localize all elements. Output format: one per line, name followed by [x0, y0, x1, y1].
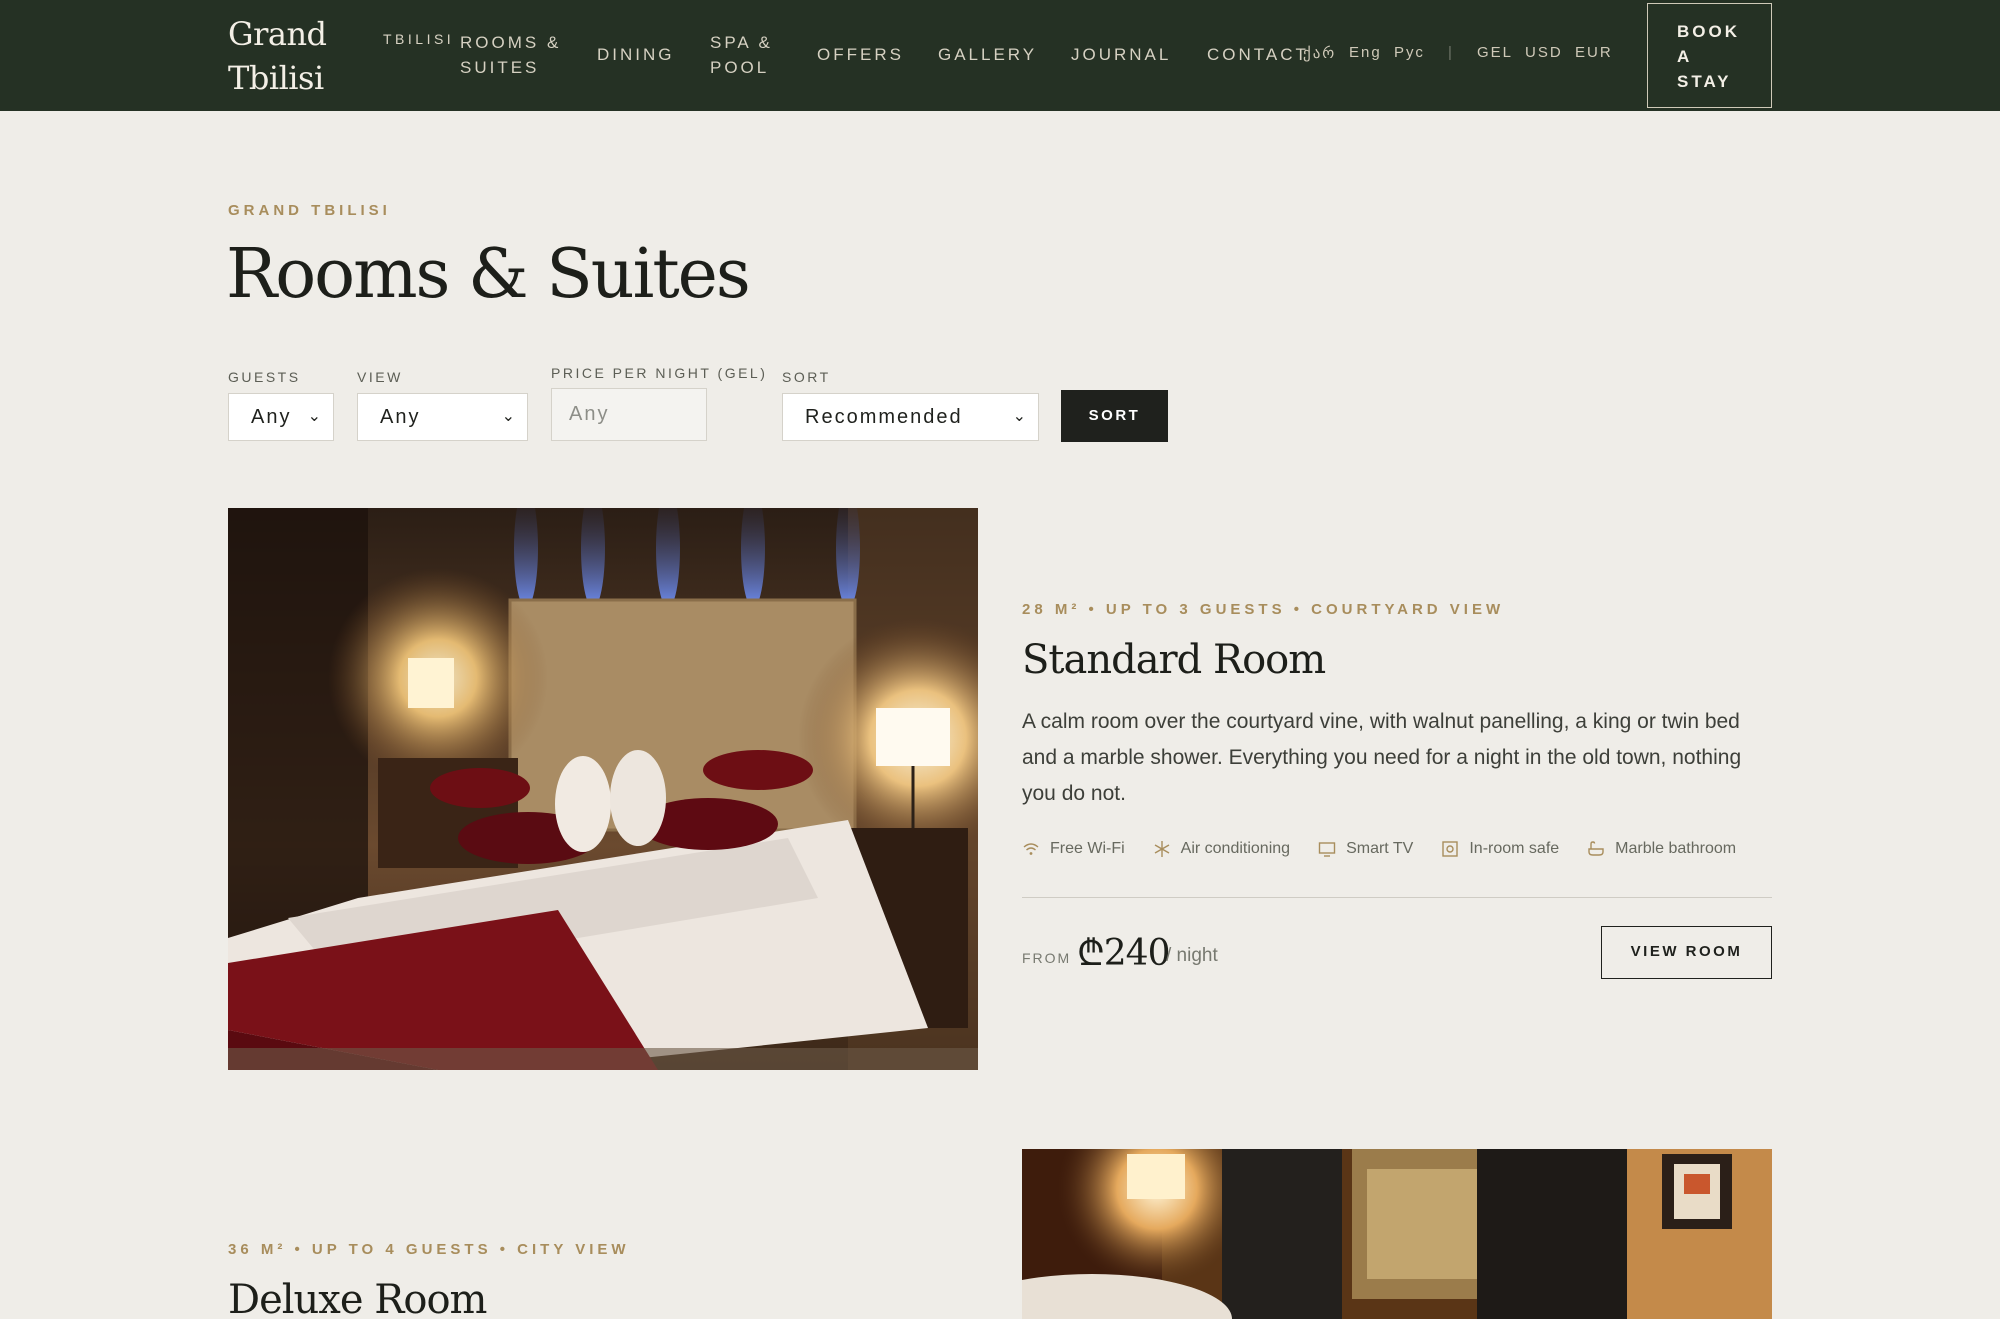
amenity-item: Free Wi-Fi	[1022, 840, 1125, 858]
view-select-value: Any	[380, 406, 421, 428]
nav-gallery[interactable]: GALLERY	[938, 42, 1037, 67]
bedroom-illustration	[228, 508, 978, 1070]
nav-spa-pool[interactable]: SPA & POOL	[710, 30, 773, 80]
sort-select[interactable]: Recommended ⌄	[782, 393, 1039, 441]
currency-usd[interactable]: USD	[1525, 44, 1563, 61]
page-eyebrow: GRAND TBILISI	[228, 202, 391, 219]
amenity-item: In-room safe	[1441, 840, 1559, 858]
nav-rooms-line-1: ROOMS &	[460, 33, 562, 52]
room-title[interactable]: Standard Room	[1022, 637, 1326, 683]
amenity-item: Marble bathroom	[1587, 840, 1736, 858]
book-line-3: STAY	[1677, 72, 1732, 91]
tv-icon	[1318, 842, 1336, 857]
guests-select[interactable]: Any ⌄	[228, 393, 334, 441]
page-title: Rooms & Suites	[226, 235, 751, 314]
guests-select-value: Any	[251, 406, 292, 428]
price-prefix: FROM	[1022, 950, 1072, 966]
room-description: A calm room over the courtyard vine, wit…	[1022, 710, 1742, 805]
bath-icon	[1588, 841, 1604, 856]
nav-spa-line-1: SPA &	[710, 33, 773, 52]
price-filter-label: PRICE PER NIGHT (GEL)	[551, 365, 768, 381]
price-suffix: / night	[1166, 945, 1218, 966]
card-divider	[1022, 897, 1772, 898]
nav-dining[interactable]: DINING	[597, 42, 675, 67]
lang-english[interactable]: Eng	[1349, 44, 1382, 61]
room-meta: 36 M² • UP TO 4 GUESTS • CITY VIEW	[228, 1241, 630, 1258]
wifi-icon	[1023, 843, 1039, 855]
nav-journal[interactable]: JOURNAL	[1071, 42, 1171, 67]
price-per-night-input[interactable]: Any	[551, 388, 707, 441]
book-line-2: A	[1677, 47, 1693, 66]
logo-line-2: Tbilisi	[228, 59, 324, 97]
logo-subtitle: TBILISI	[383, 31, 455, 47]
room-title[interactable]: Deluxe Room	[228, 1277, 487, 1319]
sort-select-value: Recommended	[805, 406, 963, 428]
deluxe-room-photo[interactable]	[1022, 1149, 1772, 1319]
site-logo[interactable]: Grand Tbilisi	[228, 12, 327, 100]
sort-submit-button[interactable]: SORT	[1061, 390, 1168, 442]
amenity-list: Free Wi-Fi Air conditioning Smart TV In-…	[1022, 840, 1736, 858]
sort-filter-label: SORT	[782, 369, 831, 385]
room-meta: 28 M² • UP TO 3 GUESTS • COURTYARD VIEW	[1022, 601, 1505, 618]
nav-rooms-line-2: SUITES	[460, 58, 540, 77]
amenity-item: Smart TV	[1318, 840, 1413, 858]
nav-divider: |	[1448, 44, 1452, 61]
lang-georgian[interactable]: ქარ	[1303, 44, 1336, 62]
amenity-label: Smart TV	[1346, 840, 1414, 857]
guests-filter-label: GUESTS	[228, 369, 301, 385]
book-a-stay-button[interactable]: BOOK A STAY	[1647, 3, 1772, 108]
nav-offers[interactable]: OFFERS	[817, 42, 904, 67]
view-filter-label: VIEW	[357, 369, 403, 385]
amenity-label: Marble bathroom	[1615, 840, 1737, 857]
chevron-down-icon: ⌄	[1012, 408, 1028, 425]
logo-line-1: Grand	[228, 15, 327, 53]
nav-spa-line-2: POOL	[710, 58, 770, 77]
view-room-button[interactable]: VIEW ROOM	[1601, 926, 1772, 979]
amenity-label: Air conditioning	[1180, 840, 1291, 857]
safe-icon	[1442, 841, 1459, 857]
chevron-down-icon: ⌄	[307, 408, 323, 425]
nav-rooms-suites[interactable]: ROOMS & SUITES	[460, 30, 561, 80]
book-line-1: BOOK	[1677, 22, 1740, 41]
currency-eur[interactable]: EUR	[1575, 44, 1613, 61]
nav-contact[interactable]: CONTACT	[1207, 42, 1309, 67]
amenity-label: Free Wi-Fi	[1050, 840, 1125, 857]
chevron-down-icon: ⌄	[501, 408, 517, 425]
deluxe-bedroom-illustration	[1022, 1149, 1772, 1319]
amenity-item: Air conditioning	[1153, 840, 1290, 858]
room-price: ₾240	[1077, 933, 1170, 974]
view-select[interactable]: Any ⌄	[357, 393, 528, 441]
lang-russian[interactable]: Рус	[1394, 44, 1425, 61]
snowflake-icon	[1154, 841, 1170, 857]
top-navigation-bar: Grand Tbilisi TBILISI ROOMS & SUITES DIN…	[0, 0, 2000, 111]
currency-gel[interactable]: GEL	[1477, 44, 1513, 61]
amenity-label: In-room safe	[1469, 840, 1560, 857]
standard-room-photo[interactable]	[228, 508, 978, 1070]
